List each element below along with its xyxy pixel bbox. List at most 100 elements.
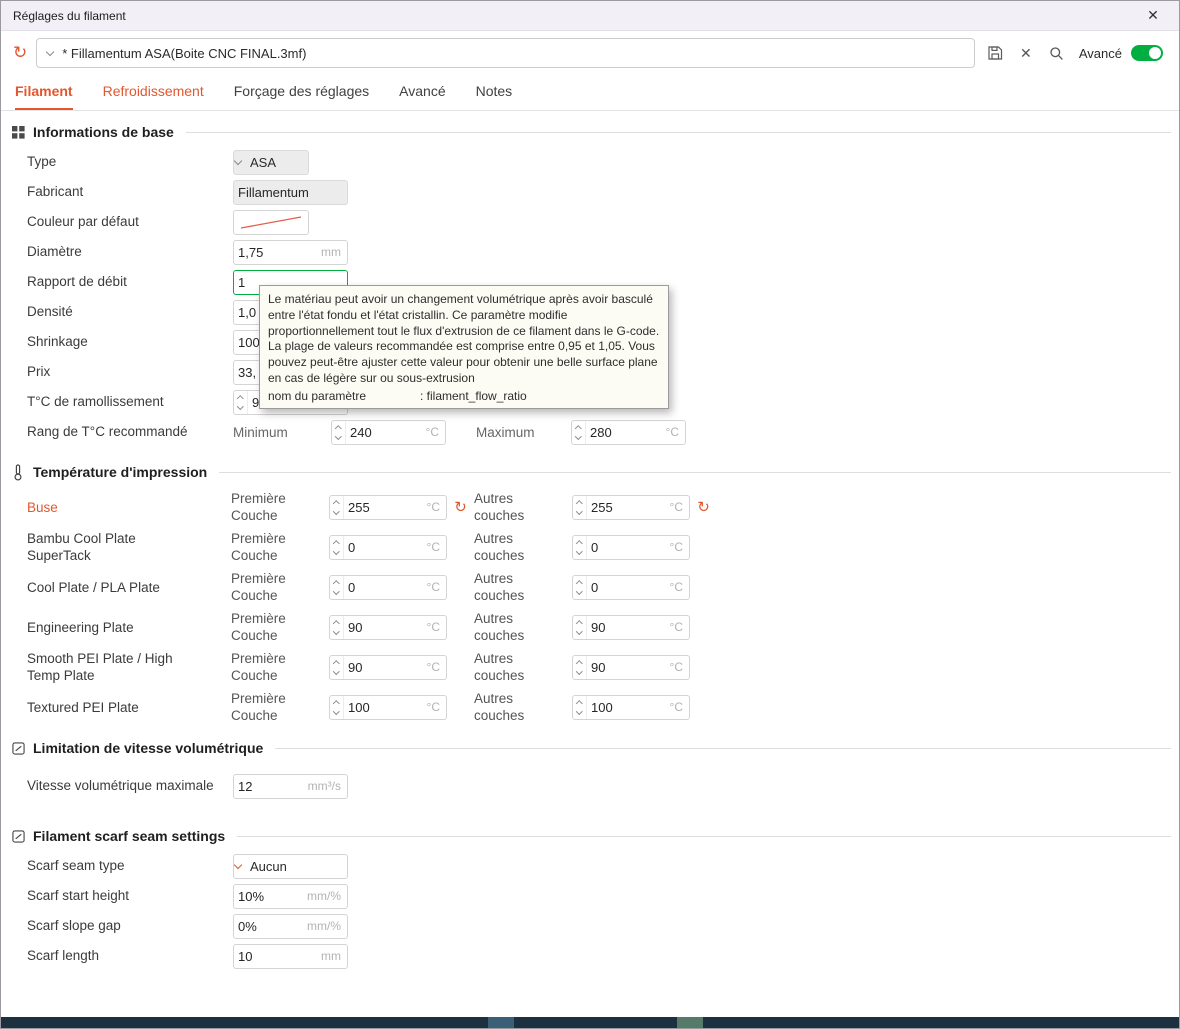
preset-combobox[interactable]: * Fillamentum ASA(Boite CNC FINAL.3mf): [36, 38, 975, 68]
default-color-swatch[interactable]: [233, 209, 309, 235]
spinner: [572, 420, 586, 444]
tooltip-param-value: : filament_flow_ratio: [420, 388, 527, 403]
first-layer-label: Première Couche: [231, 651, 286, 683]
field-row-diameter: Diamètre mm: [1, 237, 1179, 267]
first-layer-temp-input[interactable]: [344, 655, 427, 679]
vendor-input[interactable]: [234, 180, 347, 204]
spinner: [330, 615, 344, 639]
temp-row-label: Engineering Plate: [27, 619, 134, 635]
first-layer-label: Première Couche: [231, 571, 286, 603]
spin-up-icon[interactable]: [333, 500, 340, 507]
thermometer-icon: [9, 463, 27, 481]
other-layers-temp-input[interactable]: [587, 535, 670, 559]
other-layers-temp-input-wrap: °C: [572, 654, 690, 680]
spin-down-icon[interactable]: [576, 547, 583, 554]
spin-up-icon[interactable]: [576, 660, 583, 667]
temp-max-input[interactable]: [586, 420, 666, 444]
spin-down-icon[interactable]: [576, 507, 583, 514]
spin-up-icon[interactable]: [576, 580, 583, 587]
tooltip-param-label: nom du paramètre: [268, 388, 367, 403]
first-layer-temp-input[interactable]: [344, 615, 427, 639]
spin-down-icon[interactable]: [333, 667, 340, 674]
type-select[interactable]: ASA: [233, 149, 309, 175]
temp-min-input[interactable]: [346, 420, 426, 444]
other-layers-label: Autres couches: [474, 651, 525, 683]
spin-down-icon[interactable]: [333, 707, 340, 714]
reset-value-icon[interactable]: ↻: [454, 499, 467, 515]
tab-avance[interactable]: Avancé: [399, 83, 445, 110]
spin-up-icon[interactable]: [576, 500, 583, 507]
diameter-input-wrap: mm: [233, 239, 348, 265]
other-layers-temp-input[interactable]: [587, 575, 670, 599]
first-layer-temp-input-wrap: °C: [329, 494, 447, 520]
tab-forcage-des-reglages[interactable]: Forçage des réglages: [234, 83, 369, 110]
scarf-seam-type-select[interactable]: Aucun: [233, 853, 348, 879]
first-layer-temp-input[interactable]: [344, 535, 427, 559]
scarf-start-height-input-wrap: mm/%: [233, 883, 348, 909]
spin-down-icon[interactable]: [333, 627, 340, 634]
unit-label: °C: [669, 500, 683, 514]
field-label: Scarf seam type: [27, 858, 125, 873]
window-close-icon[interactable]: ✕: [1139, 7, 1167, 24]
spin-up-icon[interactable]: [333, 580, 340, 587]
spin-up-icon[interactable]: [575, 425, 582, 432]
spin-up-icon[interactable]: [576, 700, 583, 707]
field-label: Couleur par défaut: [27, 214, 139, 229]
other-layers-label: Autres couches: [474, 531, 525, 563]
save-preset-icon[interactable]: [984, 42, 1006, 64]
spin-down-icon[interactable]: [576, 707, 583, 714]
spin-up-icon[interactable]: [335, 425, 342, 432]
spin-down-icon[interactable]: [333, 547, 340, 554]
section-title: Filament scarf seam settings: [33, 828, 226, 844]
spin-up-icon[interactable]: [576, 540, 583, 547]
spin-down-icon[interactable]: [333, 587, 340, 594]
spin-up-icon[interactable]: [333, 620, 340, 627]
field-row-scarf-length: Scarf length mm: [1, 941, 1179, 971]
first-layer-temp-input[interactable]: [344, 495, 427, 519]
unit-label: °C: [669, 580, 683, 594]
no-color-line-icon: [240, 215, 302, 229]
delete-preset-icon[interactable]: ✕: [1015, 42, 1037, 64]
tab-notes[interactable]: Notes: [476, 83, 513, 110]
reset-value-icon[interactable]: ↻: [697, 499, 710, 515]
search-icon[interactable]: [1046, 42, 1068, 64]
scarf-length-input[interactable]: [234, 944, 321, 968]
spin-down-icon[interactable]: [576, 587, 583, 594]
spin-down-icon[interactable]: [576, 627, 583, 634]
advanced-mode-label: Avancé: [1078, 45, 1122, 61]
temp-row-label: Buse: [27, 499, 58, 515]
other-layers-temp-input[interactable]: [587, 695, 670, 719]
section-divider: [185, 131, 1171, 133]
tab-filament[interactable]: Filament: [15, 83, 73, 110]
spin-up-icon[interactable]: [237, 395, 244, 402]
advanced-toggle[interactable]: [1131, 45, 1163, 61]
spin-up-icon[interactable]: [333, 700, 340, 707]
spin-down-icon[interactable]: [335, 432, 342, 439]
spin-down-icon[interactable]: [576, 667, 583, 674]
taskbar-icon: [488, 1017, 514, 1028]
field-label: Scarf start height: [27, 888, 130, 903]
scarf-slope-gap-input[interactable]: [234, 914, 307, 938]
spin-down-icon[interactable]: [237, 402, 244, 409]
spin-up-icon[interactable]: [333, 540, 340, 547]
spin-down-icon[interactable]: [333, 507, 340, 514]
first-layer-temp-input[interactable]: [344, 575, 427, 599]
unit-label: mm/%: [307, 919, 341, 933]
max-volumetric-speed-input[interactable]: [234, 774, 308, 798]
spinner: [330, 695, 344, 719]
temp-row-textured-pei: Textured PEI Plate Première Couche °C Au…: [1, 687, 1179, 727]
first-layer-temp-input[interactable]: [344, 695, 427, 719]
spin-up-icon[interactable]: [333, 660, 340, 667]
diameter-input[interactable]: [234, 240, 321, 264]
scarf-start-height-input[interactable]: [234, 884, 307, 908]
other-layers-temp-input[interactable]: [587, 655, 670, 679]
section-print-temperature: Température d'impression: [9, 459, 1171, 485]
spin-up-icon[interactable]: [576, 620, 583, 627]
field-label: Densité: [27, 304, 73, 319]
other-layers-temp-input[interactable]: [587, 615, 670, 639]
refresh-preset-icon[interactable]: ↻: [13, 44, 27, 62]
tab-refroidissement[interactable]: Refroidissement: [103, 83, 204, 110]
other-layers-temp-input[interactable]: [587, 495, 670, 519]
unit-label: mm/%: [307, 889, 341, 903]
spin-down-icon[interactable]: [575, 432, 582, 439]
